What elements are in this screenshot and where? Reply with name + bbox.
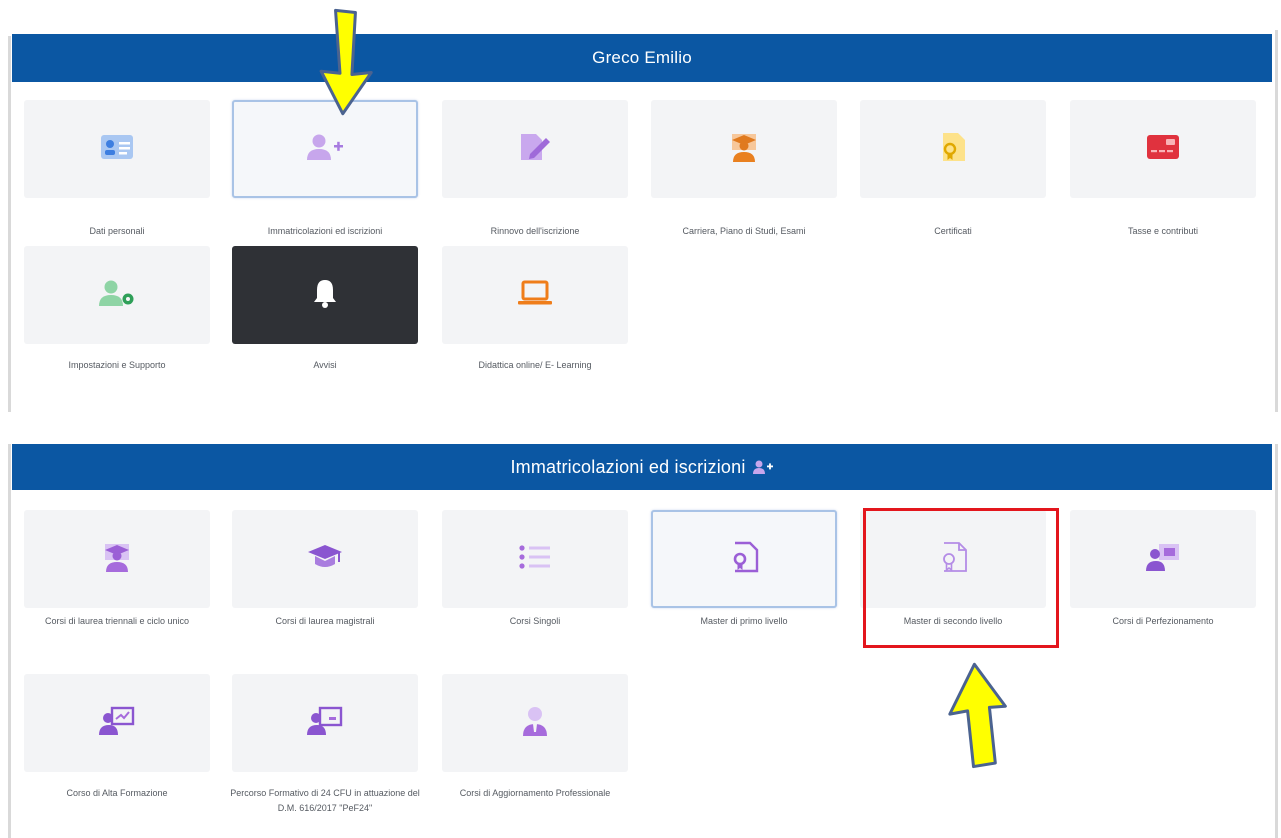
annotation-arrow-down [316,8,386,125]
card-label: Percorso Formativo di 24 CFU in attuazio… [230,788,420,813]
user-name: Greco Emilio [592,48,692,67]
id-card-icon [100,133,134,166]
card-label: Impostazioni e Supporto [68,360,166,370]
tile[interactable] [232,510,418,608]
right-border [1275,444,1278,838]
card-label: Corsi di laurea magistrali [275,616,375,626]
card-label: Tasse e contributi [1127,226,1199,236]
card-label: Immatricolazioni ed iscrizioni [267,226,383,236]
tile[interactable] [1070,510,1256,608]
chart-teacher-icon [99,706,135,741]
tile[interactable] [232,674,418,772]
panel-header-enrollment: Immatricolazioni ed iscrizioni [12,444,1272,490]
tile[interactable] [1070,100,1256,198]
enrollment-title: Immatricolazioni ed iscrizioni [510,456,746,477]
card-label: Corsi di laurea triennali e ciclo unico [44,616,190,626]
card-label: Rinnovo dell'iscrizione [490,226,580,236]
user-settings-icon [97,278,137,313]
card-label: Didattica online/ E- Learning [478,360,592,370]
tile-selected[interactable] [651,510,837,608]
tile[interactable] [24,510,210,608]
tile[interactable] [24,100,210,198]
user-plus-icon [752,459,774,475]
enrollment-panel: Immatricolazioni ed iscrizioni Corsi di … [8,444,1278,838]
tile[interactable] [232,246,418,344]
professional-user-icon [521,705,549,742]
tile[interactable] [442,100,628,198]
card-label: Certificati [934,226,972,236]
card-label: Master di primo livello [700,616,788,626]
left-border [8,36,11,412]
main-menu-panel: Greco Emilio Dati personali Immatricolaz… [8,0,1278,412]
card-label: Avvisi [313,360,337,370]
card-label: Corsi Singoli [509,616,561,626]
card-label: Corsi di Perfezionamento [1112,616,1214,626]
tile[interactable] [442,510,628,608]
document-edit-icon [518,132,552,167]
tile[interactable] [651,100,837,198]
list-icon [518,543,552,576]
tile[interactable] [442,674,628,772]
presentation-icon [1145,542,1181,577]
right-border [1275,30,1278,412]
tile[interactable] [860,100,1046,198]
annotation-highlight [863,508,1059,648]
teacher-board-icon [307,706,343,741]
certificate-icon [728,541,760,578]
bell-icon [312,278,338,313]
tile[interactable] [24,246,210,344]
panel-header-user: Greco Emilio [12,34,1272,82]
card-label: Carriera, Piano di Studi, Esami [682,226,806,236]
card-label: Corso di Alta Formazione [66,788,168,798]
tile[interactable] [442,246,628,344]
graduate-icon [728,131,760,168]
tile[interactable] [24,674,210,772]
credit-card-icon [1146,133,1180,166]
graduate-student-icon [101,541,133,578]
laptop-icon [517,279,553,312]
annotation-arrow-up [940,656,1020,781]
card-label: Corsi di Aggiornamento Professionale [459,788,611,798]
certificate-icon [938,131,968,168]
left-border [8,444,11,838]
graduation-cap-icon [307,543,343,576]
user-plus-icon [305,132,345,167]
card-label: Dati personali [89,226,145,236]
